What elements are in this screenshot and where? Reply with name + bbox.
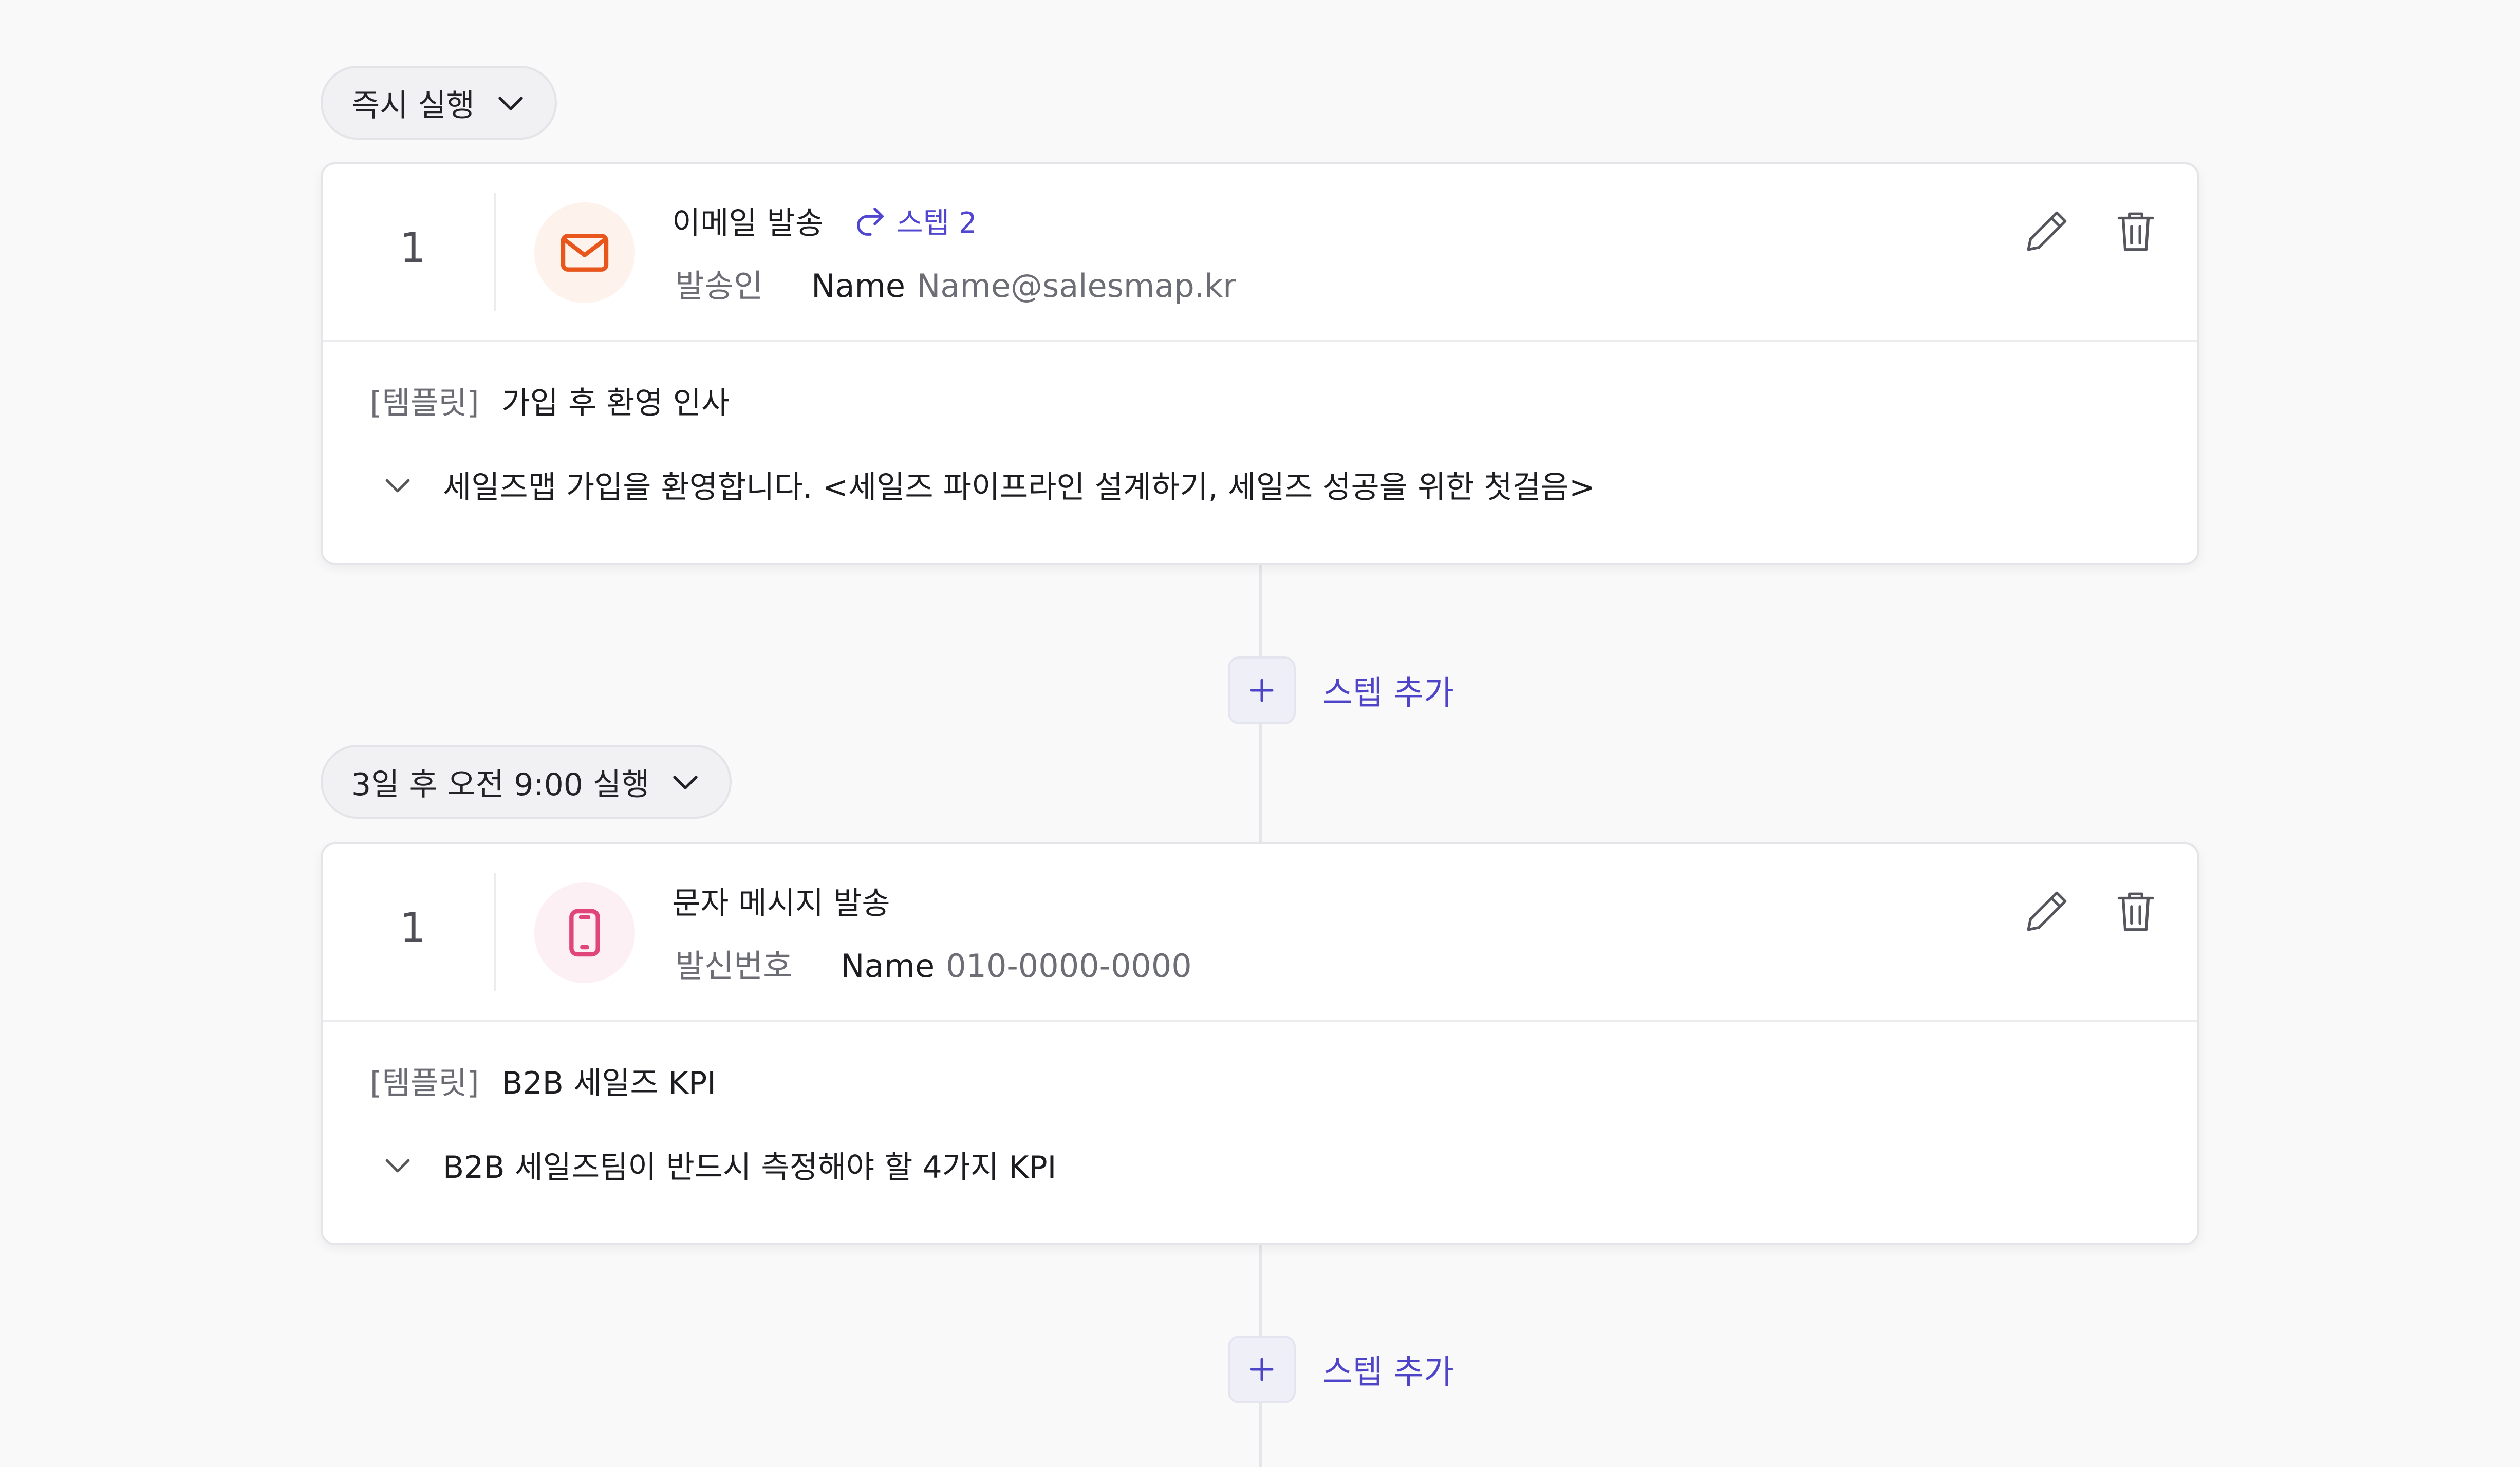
trigger-label: 3일 후 오전 9:00 실행 — [351, 766, 650, 803]
plus-button[interactable] — [1228, 656, 1296, 724]
template-name: B2B 세일즈 KPI — [501, 1065, 716, 1101]
edit-button[interactable] — [2019, 202, 2076, 259]
step-link[interactable]: 스텝 2 — [852, 200, 977, 241]
step-card-body: [템플릿] B2B 세일즈 KPI B2B 세일즈팀이 반드시 측정해야 할 4… — [323, 1022, 2197, 1242]
step-card-header: 1 문자 메시지 발송 발신번호 Name 010-0000-0000 — [323, 844, 2197, 1022]
sender-row: 발신번호 Name 010-0000-0000 — [675, 940, 1192, 986]
step-title: 이메일 발송 — [672, 205, 824, 241]
sender-label: 발신번호 — [675, 947, 793, 985]
trigger-label: 즉시 실행 — [351, 87, 475, 124]
divider — [494, 193, 496, 311]
pencil-icon — [2027, 211, 2067, 251]
add-step-button[interactable]: 스텝 추가 — [1228, 656, 1454, 724]
add-step-label: 스텝 추가 — [1322, 1353, 1454, 1391]
subject-text: 세일즈맵 가입을 환영합니다. <세일즈 파이프라인 설계하기, 세일즈 성공을… — [443, 469, 1595, 505]
step-number: 1 — [400, 904, 426, 952]
step-card: 1 이메일 발송 스텝 2 발송인 Name Name@salesmap.kr … — [321, 162, 2199, 565]
step-title-row: 문자 메시지 발송 — [672, 878, 890, 923]
plus-icon — [1250, 679, 1274, 702]
sender-name: Name — [811, 267, 906, 305]
subject-row: 세일즈맵 가입을 환영합니다. <세일즈 파이프라인 설계하기, 세일즈 성공을… — [379, 462, 1595, 507]
sender-label: 발송인 — [675, 267, 763, 305]
template-name: 가입 후 환영 인사 — [501, 385, 730, 421]
add-step-label: 스텝 추가 — [1322, 674, 1454, 712]
step-link-label: 스텝 2 — [897, 206, 977, 240]
divider — [494, 873, 496, 991]
edit-button[interactable] — [2019, 882, 2076, 939]
chevron-down-icon — [498, 97, 523, 110]
template-row: [템플릿] 가입 후 환영 인사 — [370, 378, 730, 423]
delete-button[interactable] — [2107, 882, 2164, 939]
redirect-arrow-icon — [857, 207, 884, 236]
trigger-dropdown[interactable]: 즉시 실행 — [321, 66, 557, 140]
trash-icon — [2117, 212, 2154, 251]
step-title-row: 이메일 발송 스텝 2 — [672, 198, 977, 243]
add-step-button[interactable]: 스텝 추가 — [1228, 1336, 1454, 1403]
subject-text: B2B 세일즈팀이 반드시 측정해야 할 4가지 KPI — [443, 1150, 1057, 1186]
sender-name: Name — [841, 947, 935, 985]
step-card: 1 문자 메시지 발송 발신번호 Name 010-0000-0000 [템플릿… — [321, 842, 2199, 1245]
sender-phone: 010-0000-0000 — [946, 947, 1192, 985]
trigger-dropdown[interactable]: 3일 후 오전 9:00 실행 — [321, 745, 732, 819]
subject-row: B2B 세일즈팀이 반드시 측정해야 할 4가지 KPI — [379, 1142, 1056, 1187]
delete-button[interactable] — [2107, 202, 2164, 259]
chevron-down-icon — [673, 776, 698, 789]
plus-button[interactable] — [1228, 1336, 1296, 1403]
mail-icon — [534, 202, 635, 303]
chevron-down-icon[interactable] — [379, 1146, 416, 1183]
pencil-icon — [2027, 891, 2067, 931]
step-card-header: 1 이메일 발송 스텝 2 발송인 Name Name@salesmap.kr — [323, 164, 2197, 342]
template-label: [템플릿] — [370, 1065, 479, 1101]
sender-email: Name@salesmap.kr — [917, 267, 1236, 305]
phone-icon — [534, 882, 635, 983]
template-label: [템플릿] — [370, 385, 479, 421]
trash-icon — [2117, 892, 2154, 931]
sender-row: 발송인 Name Name@salesmap.kr — [675, 260, 1236, 306]
step-title: 문자 메시지 발송 — [672, 886, 890, 921]
chevron-down-icon[interactable] — [379, 466, 416, 503]
step-card-body: [템플릿] 가입 후 환영 인사 세일즈맵 가입을 환영합니다. <세일즈 파이… — [323, 342, 2197, 562]
step-number: 1 — [400, 224, 426, 272]
plus-icon — [1250, 1358, 1274, 1381]
template-row: [템플릿] B2B 세일즈 KPI — [370, 1058, 716, 1103]
